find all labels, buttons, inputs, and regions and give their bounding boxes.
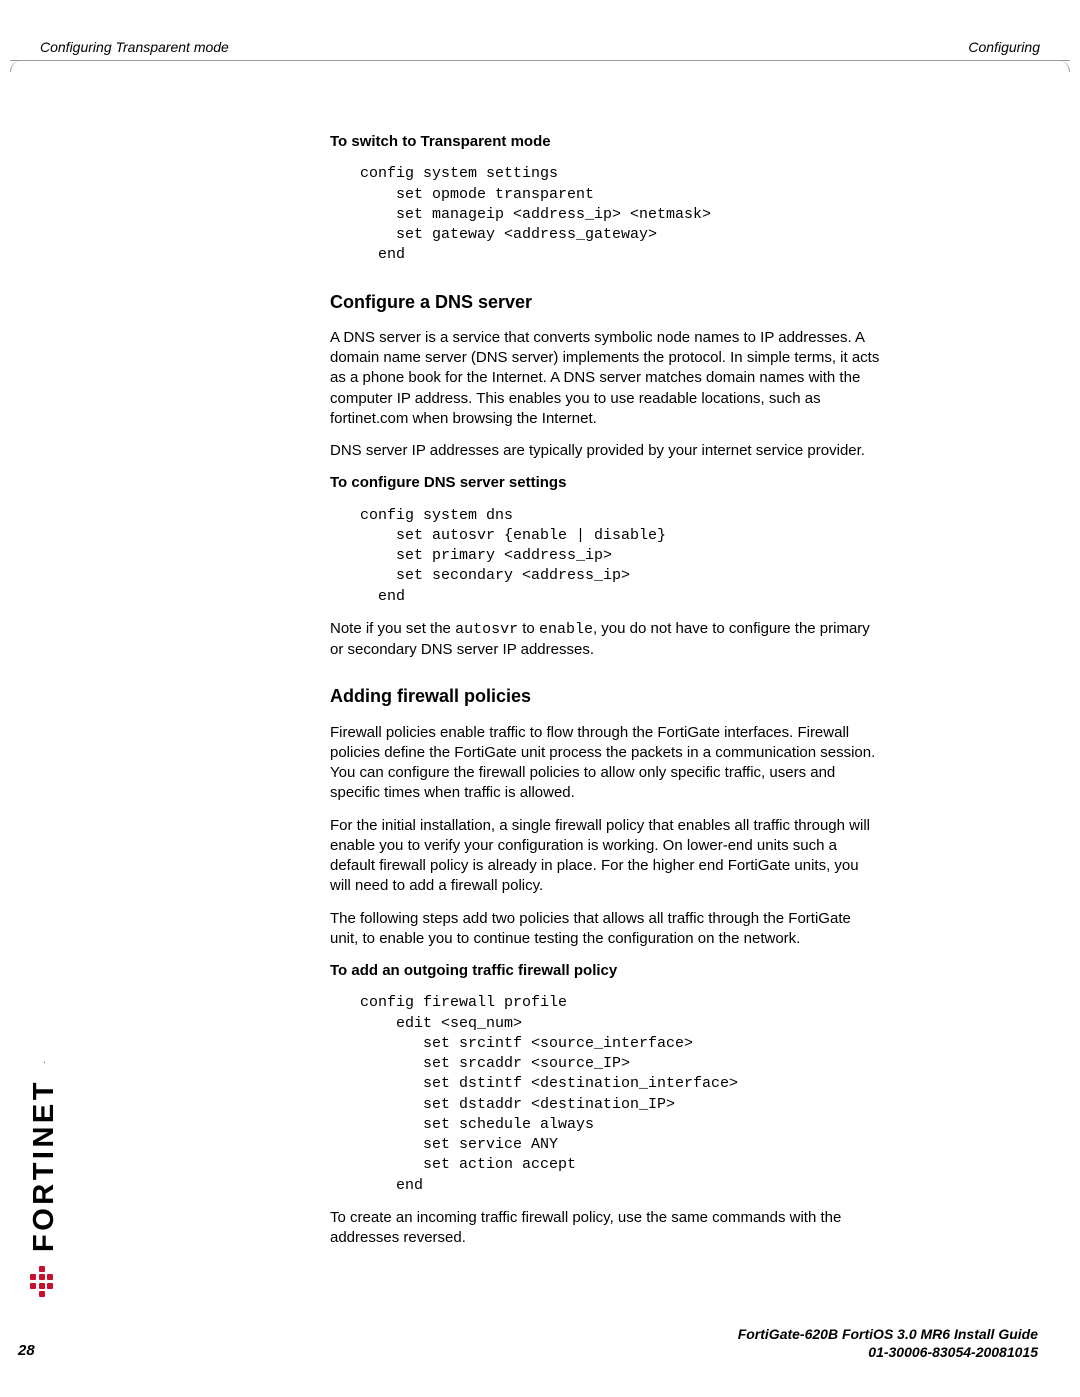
firewall-policy-code: config firewall profile edit <seq_num> s… bbox=[360, 993, 880, 1196]
footer-guide-title: FortiGate-620B FortiOS 3.0 MR6 Install G… bbox=[738, 1326, 1038, 1342]
fortinet-trademark-dot: . bbox=[36, 1061, 48, 1064]
dns-paragraph-1: A DNS server is a service that converts … bbox=[330, 328, 880, 429]
page-header: Configuring Transparent mode Configuring bbox=[40, 38, 1040, 62]
firewall-paragraph-3: The following steps add two policies tha… bbox=[330, 909, 880, 950]
dns-paragraph-2: DNS server IP addresses are typically pr… bbox=[330, 441, 880, 461]
fortinet-logo-icon bbox=[30, 1266, 53, 1298]
firewall-paragraph-2: For the initial installation, a single f… bbox=[330, 816, 880, 897]
page-footer: FortiGate-620B FortiOS 3.0 MR6 Install G… bbox=[42, 1325, 1038, 1361]
firewall-paragraph-4: To create an incoming traffic firewall p… bbox=[330, 1208, 880, 1249]
header-chapter-title: Configuring bbox=[968, 38, 1040, 57]
dns-config-heading: To configure DNS server settings bbox=[330, 473, 880, 493]
dns-section-title: Configure a DNS server bbox=[330, 290, 880, 314]
firewall-policy-heading: To add an outgoing traffic firewall poli… bbox=[330, 961, 880, 981]
inline-code-enable: enable bbox=[539, 621, 593, 638]
transparent-mode-heading: To switch to Transparent mode bbox=[330, 132, 880, 152]
inline-code-autosvr: autosvr bbox=[455, 621, 518, 638]
header-section-title: Configuring Transparent mode bbox=[40, 38, 229, 57]
footer-doc-id: 01-30006-83054-20081015 bbox=[868, 1344, 1038, 1360]
main-content: To switch to Transparent mode config sys… bbox=[330, 132, 880, 1248]
page-number: 28 bbox=[18, 1341, 35, 1361]
firewall-paragraph-1: Firewall policies enable traffic to flow… bbox=[330, 723, 880, 804]
transparent-mode-code: config system settings set opmode transp… bbox=[360, 164, 880, 265]
dns-config-code: config system dns set autosvr {enable | … bbox=[360, 506, 880, 607]
dns-note: Note if you set the autosvr to enable, y… bbox=[330, 619, 880, 661]
fortinet-logo: . FORTINET bbox=[28, 1067, 56, 1297]
header-rule bbox=[10, 60, 1070, 61]
fortinet-logo-text: FORTINET bbox=[25, 1079, 64, 1252]
firewall-section-title: Adding firewall policies bbox=[330, 684, 880, 708]
